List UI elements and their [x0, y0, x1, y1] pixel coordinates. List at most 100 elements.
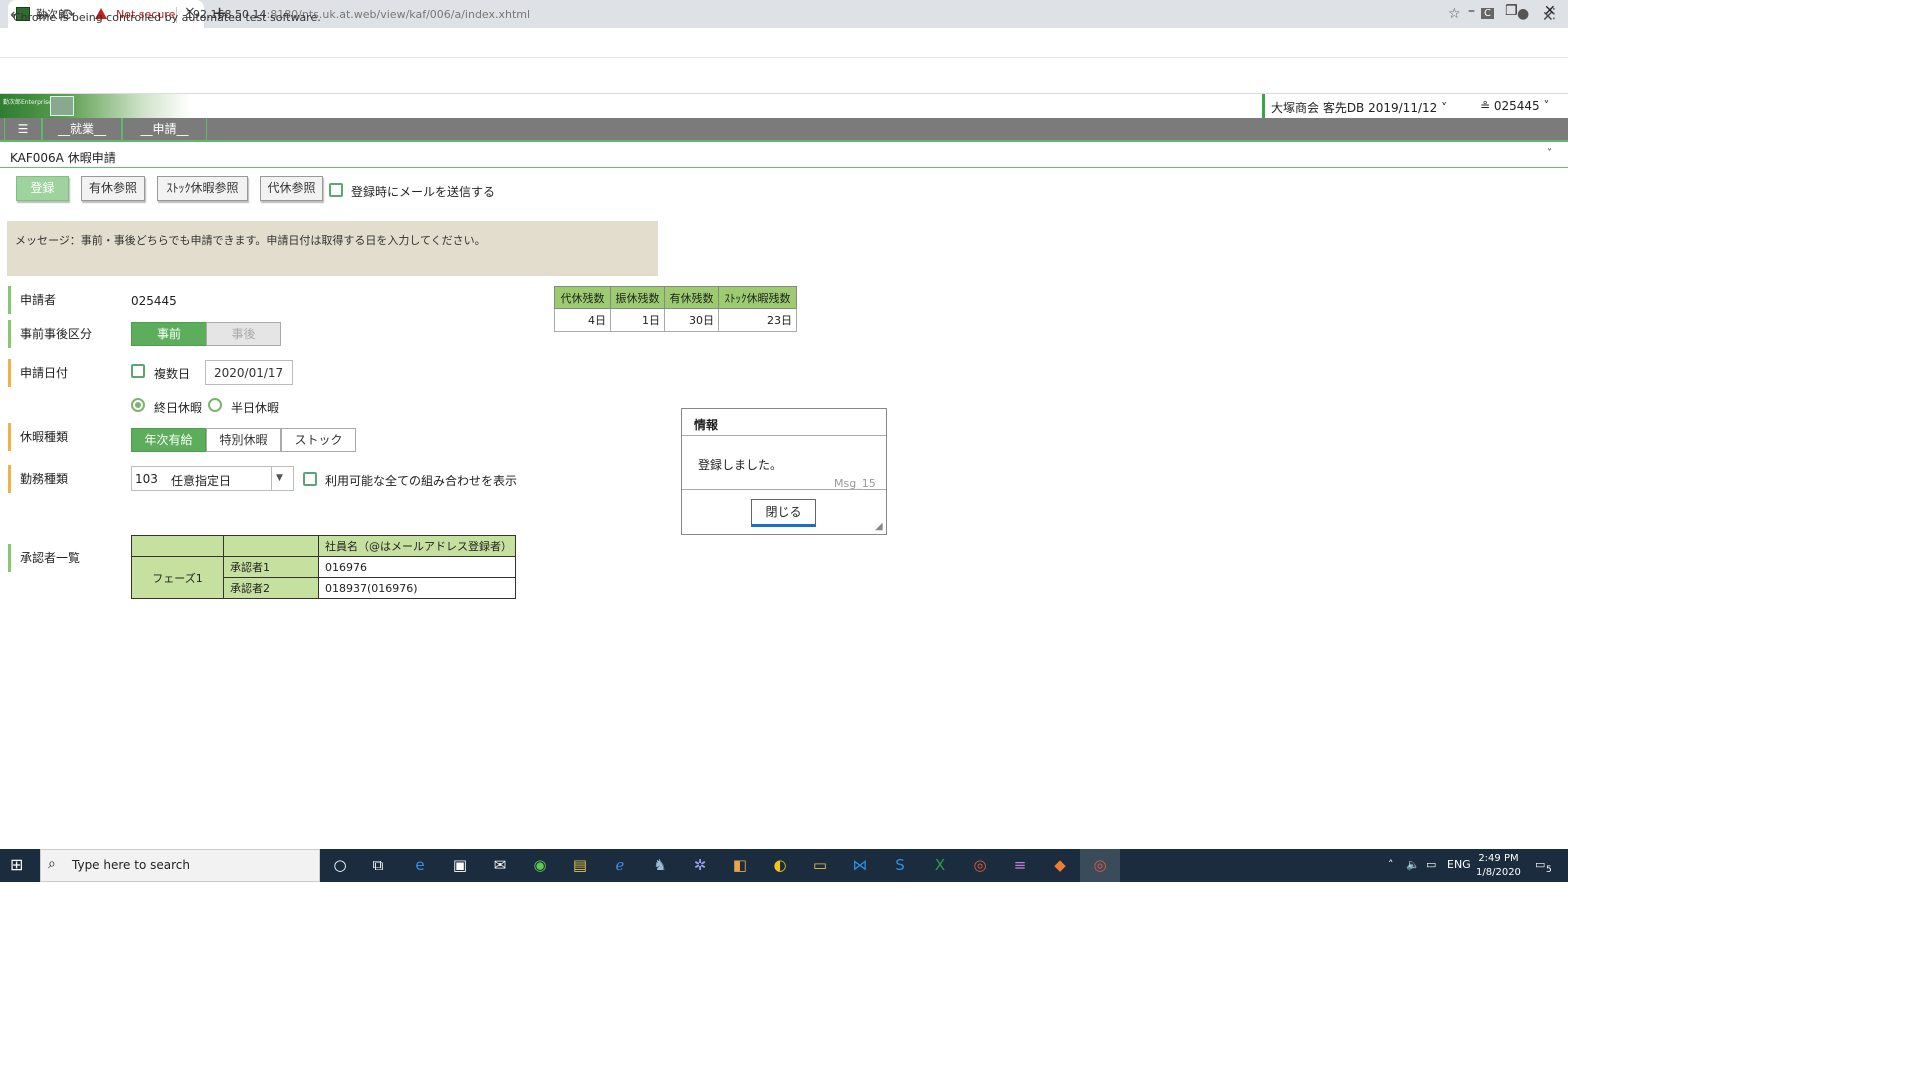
full-day-radio[interactable]: [131, 398, 145, 412]
taskbar-clock[interactable]: 2:49 PM 1/8/2020: [1476, 852, 1521, 880]
notification-count: 5: [1546, 865, 1552, 875]
extension-icon[interactable]: C: [1481, 8, 1494, 19]
volume-icon[interactable]: 🔈: [1406, 858, 1420, 871]
message-text: メッセージ：事前・事後どちらでも申請できます。申請日付は取得する日を入力してくだ…: [15, 234, 486, 247]
mail-icon[interactable]: ✉: [480, 849, 520, 882]
task-view-icon[interactable]: ⧉: [358, 849, 398, 882]
balance-table: 代休残数 振休残数 有休残数 ｽﾄｯｸ休暇残数 4日 1日 30日 23日: [554, 286, 797, 332]
postgres-icon[interactable]: ♞: [640, 849, 680, 882]
approver-name: 018937(016976): [318, 577, 516, 599]
ie-icon[interactable]: ℯ: [600, 849, 640, 882]
clock-date: 1/8/2020: [1476, 867, 1521, 878]
network-icon[interactable]: ▭: [1426, 858, 1436, 871]
balance-header-comp: 代休残数: [554, 286, 611, 309]
register-button[interactable]: 登録: [16, 176, 69, 201]
resize-grip-icon[interactable]: ◢: [875, 521, 883, 532]
leave-type-annual-button[interactable]: 年次有給: [131, 428, 206, 452]
automation-infobar: [0, 58, 1568, 94]
chrome-active-icon[interactable]: ◎: [1080, 849, 1120, 882]
file-explorer-icon[interactable]: ▭: [800, 849, 840, 882]
applicant-value: 025445: [131, 294, 177, 308]
infobar-close-icon[interactable]: ✕: [1542, 9, 1554, 25]
menubar: [0, 118, 1568, 142]
leave-type-stock-button[interactable]: ストック: [281, 428, 356, 452]
leave-type-label: 休暇種類: [8, 423, 68, 451]
profile-icon[interactable]: ●: [1517, 6, 1529, 22]
git-app-icon[interactable]: ◆: [1040, 849, 1080, 882]
edge-icon[interactable]: e: [400, 849, 440, 882]
work-type-label: 勤務種類: [8, 465, 68, 493]
store-icon[interactable]: ▣: [440, 849, 480, 882]
winrar-icon[interactable]: ≡: [1000, 849, 1040, 882]
clock-time: 2:49 PM: [1478, 853, 1519, 864]
comp-leave-ref-button[interactable]: 代休参照: [260, 176, 323, 201]
bookmark-star-icon[interactable]: ☆: [1448, 6, 1461, 22]
taskbar-search-placeholder: Type here to search: [72, 858, 190, 872]
approver-header-blank-1: [131, 535, 224, 557]
excel-icon[interactable]: X: [920, 849, 960, 882]
maximize-icon[interactable]: ❐: [1505, 3, 1518, 19]
dropdown-arrow-icon[interactable]: ▼: [276, 473, 283, 483]
balance-stock: 23日: [718, 308, 797, 332]
annual-leave-ref-button[interactable]: 有休参照: [81, 176, 145, 201]
hamburger-menu-icon[interactable]: ☰: [4, 118, 42, 140]
windows-start-icon[interactable]: ⊞: [10, 855, 23, 874]
search-icon: ⌕: [48, 856, 56, 872]
menu-application[interactable]: __申請__: [122, 118, 207, 140]
notepad-app-icon[interactable]: ▤: [560, 849, 600, 882]
user-menu[interactable]: ≗ 025445 ˅: [1480, 99, 1550, 113]
notification-icon[interactable]: ▭: [1535, 858, 1545, 871]
full-day-label: 終日休暇: [154, 401, 203, 415]
logo-text: 勤次郎Enterprise: [3, 99, 52, 106]
date-input[interactable]: 2020/01/17: [205, 360, 293, 385]
stock-leave-ref-button[interactable]: ｽﾄｯｸ休暇参照: [157, 176, 248, 201]
vscode-icon[interactable]: ⋈: [840, 849, 880, 882]
balance-annual: 30日: [664, 308, 719, 332]
work-type-name: 任意指定日: [171, 474, 232, 488]
approver-header-name: 社員名（@はメールアドレス登録者）: [318, 535, 516, 557]
show-all-checkbox[interactable]: [303, 472, 317, 486]
date-label: 申請日付: [8, 359, 68, 387]
approver-name: 016976: [318, 556, 516, 578]
eclipse-icon[interactable]: ✲: [680, 849, 720, 882]
prepost-label: 事前事後区分: [8, 320, 92, 348]
menu-work[interactable]: __就業__: [42, 118, 122, 140]
work-type-select[interactable]: 103 任意指定日 ▼: [131, 466, 294, 491]
dialog-close-button[interactable]: 閉じる: [751, 499, 816, 527]
chevron-down-icon[interactable]: ˅: [1547, 148, 1552, 159]
half-day-label: 半日休暇: [231, 401, 280, 415]
message-box: [7, 221, 658, 276]
address-toolbar: [0, 28, 1568, 58]
skype-icon[interactable]: S: [880, 849, 920, 882]
balance-transfer: 1日: [610, 308, 665, 332]
company-selector[interactable]: 大塚商会 客先DB 2019/11/12 ˅: [1262, 94, 1447, 118]
approver-list-label: 承認者一覧: [8, 544, 80, 572]
approver-table: 社員名（@はメールアドレス登録者） フェーズ1 承認者1 016976 承認者2…: [131, 535, 516, 599]
norton-icon[interactable]: ◐: [760, 849, 800, 882]
green-app-icon[interactable]: ◉: [520, 849, 560, 882]
approver-role: 承認者1: [223, 556, 319, 578]
half-day-radio[interactable]: [208, 398, 222, 412]
outlook-icon[interactable]: ◧: [720, 849, 760, 882]
dialog-message: 登録しました。: [698, 458, 783, 472]
prepost-before-button[interactable]: 事前: [131, 322, 207, 346]
chrome-icon[interactable]: ◎: [960, 849, 1000, 882]
prepost-after-button[interactable]: 事後: [206, 322, 281, 346]
phase-cell: フェーズ1: [131, 556, 224, 599]
tray-chevron-icon[interactable]: ˄: [1388, 858, 1394, 871]
language-indicator[interactable]: ENG: [1447, 858, 1471, 871]
table-row: フェーズ1 承認者1 016976: [131, 556, 516, 599]
page-title-bar: [0, 143, 1568, 168]
approver-header-blank-2: [223, 535, 319, 557]
dialog-divider: [682, 489, 886, 490]
approver-header-row: 社員名（@はメールアドレス登録者）: [131, 535, 516, 557]
leave-type-special-button[interactable]: 特別休暇: [206, 428, 281, 452]
logo-mark-icon: [50, 96, 74, 116]
multi-day-checkbox[interactable]: [131, 364, 145, 378]
minimize-icon[interactable]: –: [1468, 3, 1475, 19]
applicant-label: 申請者: [8, 286, 56, 314]
cortana-icon[interactable]: ○: [320, 849, 360, 882]
work-type-code: 103: [135, 472, 158, 486]
page-title: KAF006A 休暇申請: [10, 151, 116, 165]
send-mail-checkbox[interactable]: [329, 183, 343, 197]
